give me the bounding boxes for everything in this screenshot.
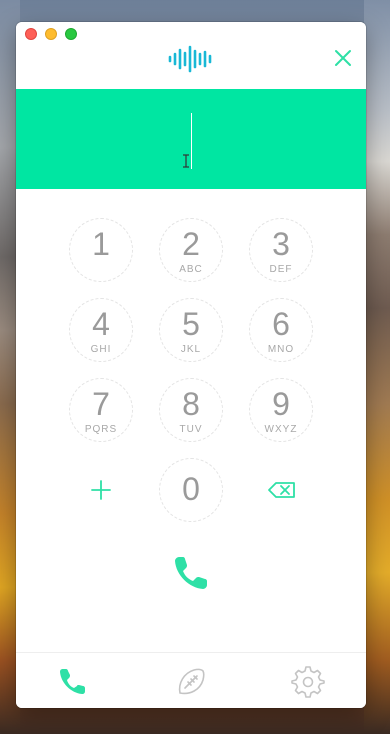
tab-bar xyxy=(16,652,366,708)
key-digit: 8 xyxy=(182,386,200,422)
football-icon xyxy=(178,668,205,695)
text-caret xyxy=(191,113,192,169)
key-letters: WXYZ xyxy=(264,424,298,435)
key-5[interactable]: 5 JKL xyxy=(159,298,223,362)
tab-settings[interactable] xyxy=(291,665,325,699)
key-letters: ABC xyxy=(179,264,203,275)
backspace-icon[interactable] xyxy=(264,472,300,508)
key-letters: TUV xyxy=(179,424,203,435)
phone-icon xyxy=(175,557,207,589)
title-bar xyxy=(16,22,366,88)
dialer-window: 1 2 ABC 3 DEF 4 GHI 5 JKL 6 MNO 7 PQRS 8… xyxy=(16,22,366,708)
call-button[interactable] xyxy=(170,552,212,594)
key-digit: 4 xyxy=(92,306,110,342)
key-letters: GHI xyxy=(90,344,112,355)
key-4[interactable]: 4 GHI xyxy=(69,298,133,362)
key-1[interactable]: 1 xyxy=(69,218,133,282)
key-digit: 7 xyxy=(92,386,110,422)
key-digit: 3 xyxy=(272,226,290,262)
close-icon[interactable] xyxy=(333,48,353,68)
key-digit: 2 xyxy=(182,226,200,262)
tab-phone[interactable] xyxy=(56,665,90,699)
key-letters: MNO xyxy=(267,344,295,355)
key-digit: 1 xyxy=(92,226,110,262)
key-digit: 0 xyxy=(182,471,200,507)
key-letters: JKL xyxy=(180,344,202,355)
window-maximize-button[interactable] xyxy=(65,28,77,40)
key-letters: DEF xyxy=(269,264,293,275)
key-letters: PQRS xyxy=(84,424,118,435)
key-0[interactable]: 0 xyxy=(159,458,223,522)
tab-football[interactable] xyxy=(174,665,208,699)
key-digit: 5 xyxy=(182,306,200,342)
ibeam-cursor-icon xyxy=(183,154,189,168)
key-3[interactable]: 3 DEF xyxy=(249,218,313,282)
plus-icon[interactable] xyxy=(83,472,119,508)
key-8[interactable]: 8 TUV xyxy=(159,378,223,442)
key-6[interactable]: 6 MNO xyxy=(249,298,313,362)
key-2[interactable]: 2 ABC xyxy=(159,218,223,282)
phone-icon xyxy=(60,669,85,694)
number-input[interactable] xyxy=(16,89,366,189)
window-close-button[interactable] xyxy=(25,28,37,40)
key-digit: 9 xyxy=(272,386,290,422)
key-7[interactable]: 7 PQRS xyxy=(69,378,133,442)
soundwave-logo-icon xyxy=(168,45,212,73)
desktop-background-right xyxy=(364,0,390,734)
key-digit: 6 xyxy=(272,306,290,342)
key-9[interactable]: 9 WXYZ xyxy=(249,378,313,442)
gear-icon xyxy=(291,666,325,698)
window-minimize-button[interactable] xyxy=(45,28,57,40)
